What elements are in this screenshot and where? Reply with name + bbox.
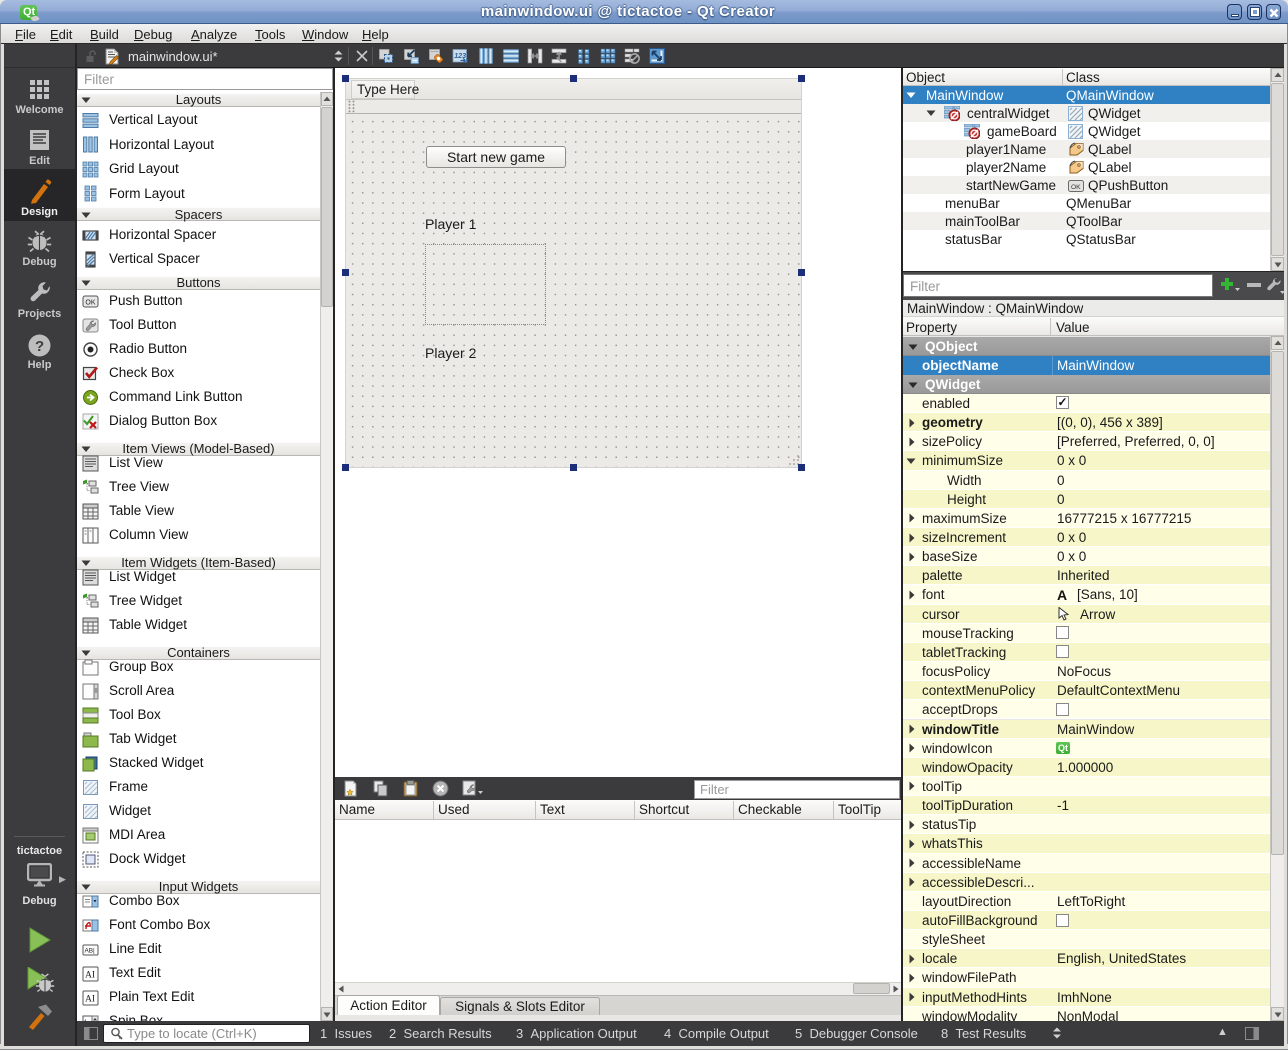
svg-text:OK: OK [1071,184,1081,191]
svg-text:123: 123 [454,51,466,60]
svg-text:AI: AI [85,993,95,1004]
svg-text:?: ? [35,338,44,355]
svg-text:OK: OK [85,299,95,306]
svg-text:AI: AI [85,969,95,980]
svg-text:AB|: AB| [85,947,96,954]
